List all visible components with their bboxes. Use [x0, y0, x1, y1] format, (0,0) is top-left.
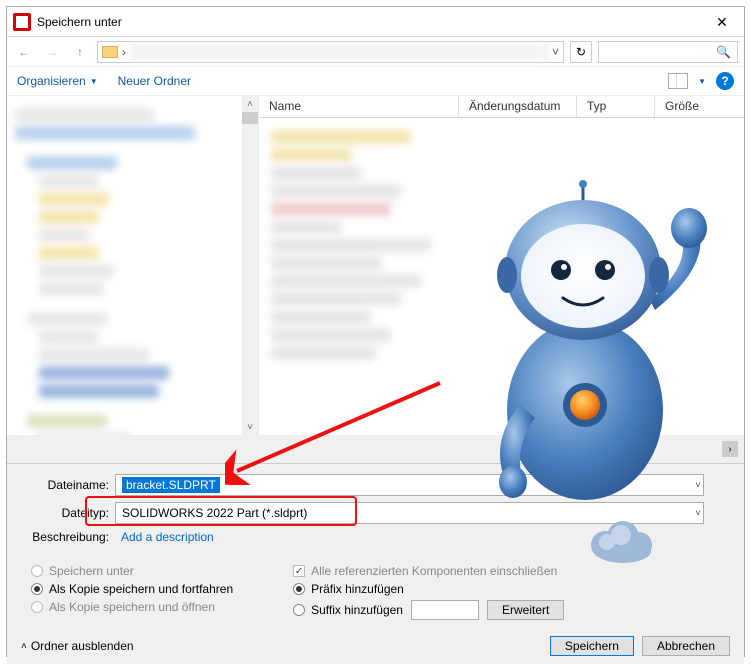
radio-save-as[interactable]: Speichern unter — [31, 564, 233, 578]
app-icon — [13, 13, 31, 31]
scroll-right-icon[interactable]: › — [722, 441, 738, 457]
back-button[interactable]: ← — [13, 41, 35, 63]
organize-menu[interactable]: Organisieren▼ — [17, 74, 98, 88]
col-modified[interactable]: Änderungsdatum — [459, 96, 577, 117]
hide-folders-button[interactable]: ˄ Ordner ausblenden — [21, 639, 134, 653]
form-area: Dateiname: bracket.SLDPRT ˅ Dateityp: SO… — [7, 463, 744, 556]
filetype-label: Dateityp: — [31, 506, 109, 520]
radio-prefix[interactable]: Präfix hinzufügen — [293, 582, 404, 596]
chevron-down-icon[interactable]: ˅ — [695, 480, 701, 491]
chevron-down-icon[interactable]: ˅ — [695, 508, 701, 519]
scroll-down-icon[interactable]: ˅ — [242, 419, 258, 435]
forward-button[interactable]: → — [41, 41, 63, 63]
up-button[interactable]: ↑ — [69, 41, 91, 63]
save-dialog: Speichern unter ✕ ← → ↑ › ˅ ↻ 🔍 Organisi… — [6, 6, 745, 657]
new-folder-button[interactable]: Neuer Ordner — [118, 74, 191, 88]
help-icon[interactable]: ? — [716, 72, 734, 90]
sidebar-scrollbar[interactable]: ˄ ˅ — [242, 96, 258, 435]
scroll-up-icon[interactable]: ˄ — [242, 96, 258, 112]
titlebar: Speichern unter ✕ — [7, 7, 744, 37]
footer: ˄ Ordner ausblenden Speichern Abbrechen — [7, 628, 744, 664]
affix-input[interactable] — [411, 600, 479, 620]
view-options-icon[interactable] — [668, 73, 688, 89]
filename-input[interactable]: bracket.SLDPRT ˅ — [115, 474, 704, 496]
search-icon: 🔍 — [716, 45, 731, 59]
toolbar: Organisieren▼ Neuer Ordner ▼ ? — [7, 67, 744, 95]
navigation-pane[interactable]: ˄ ˅ — [7, 96, 259, 435]
col-type[interactable]: Typ — [577, 96, 655, 117]
chevron-up-icon: ˄ — [21, 641, 27, 652]
folder-icon — [102, 46, 118, 58]
advanced-button[interactable]: Erweitert — [487, 600, 564, 620]
filename-label: Dateiname: — [31, 478, 109, 492]
options-area: Speichern unter Als Kopie speichern und … — [7, 556, 744, 628]
column-headers[interactable]: Name Änderungsdatum Typ Größe — [259, 96, 744, 118]
cancel-button[interactable]: Abbrechen — [642, 636, 730, 656]
description-label: Beschreibung: — [31, 530, 109, 544]
scroll-thumb[interactable] — [242, 112, 258, 124]
radio-suffix[interactable]: Suffix hinzufügen — [293, 603, 403, 617]
file-pane[interactable]: Name Änderungsdatum Typ Größe — [259, 96, 744, 435]
chevron-right-icon: › — [122, 45, 126, 59]
col-size[interactable]: Größe — [655, 96, 744, 117]
col-name[interactable]: Name — [259, 96, 459, 117]
chevron-down-icon[interactable]: ˅ — [552, 45, 559, 59]
radio-save-copy-continue[interactable]: Als Kopie speichern und fortfahren — [31, 582, 233, 596]
save-button[interactable]: Speichern — [550, 636, 634, 656]
check-include-refs[interactable]: Alle referenzierten Komponenten einschli… — [293, 564, 564, 578]
description-link[interactable]: Add a description — [115, 530, 214, 544]
address-bar[interactable]: › ˅ — [97, 41, 564, 63]
nav-bar: ← → ↑ › ˅ ↻ 🔍 — [7, 37, 744, 67]
filetype-select[interactable]: SOLIDWORKS 2022 Part (*.sldprt) ˅ — [115, 502, 704, 524]
window-title: Speichern unter — [37, 15, 122, 29]
radio-save-copy-open[interactable]: Als Kopie speichern und öffnen — [31, 600, 233, 614]
close-button[interactable]: ✕ — [700, 7, 744, 37]
search-input[interactable]: 🔍 — [598, 41, 738, 63]
chevron-down-icon[interactable]: ▼ — [698, 77, 706, 86]
refresh-button[interactable]: ↻ — [570, 41, 592, 63]
